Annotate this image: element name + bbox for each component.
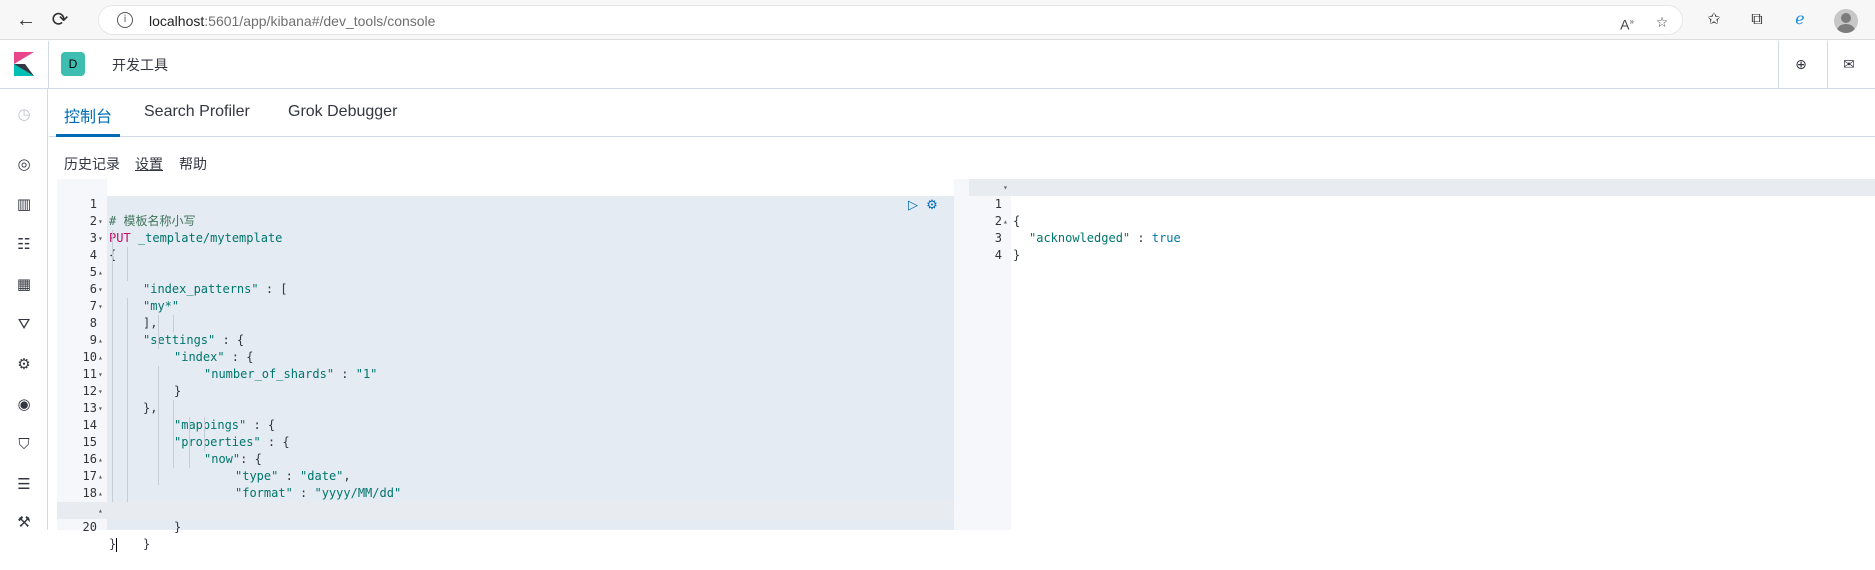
- code-line: 4 ▾ "index_patterns" : [: [57, 230, 954, 296]
- tab-grok-debugger[interactable]: Grok Debugger: [288, 103, 397, 121]
- code-line: 12 ▾ "mappings" : {: [57, 366, 954, 432]
- kibana-logo-icon[interactable]: [14, 52, 34, 76]
- recent-icon[interactable]: ◷: [14, 105, 34, 125]
- apm-icon[interactable]: ⛉: [14, 435, 34, 455]
- code-line: 17▴ }: [57, 451, 954, 517]
- header-divider: [1778, 41, 1779, 89]
- discover-icon[interactable]: ◎: [14, 155, 34, 175]
- code-line: 13 ▾ "properties" : {: [57, 383, 954, 449]
- mail-icon[interactable]: ✉: [1840, 55, 1858, 73]
- machine-learning-icon[interactable]: ⚙: [14, 355, 34, 375]
- settings-link[interactable]: 设置: [135, 154, 163, 174]
- code-line: 3▾ {: [89, 217, 116, 262]
- dev-tools-icon[interactable]: ⚒: [14, 513, 34, 533]
- wrench-icon[interactable]: ⚙: [924, 198, 940, 214]
- code-line: 8 ▾ "index" : {: [57, 298, 954, 364]
- active-tab-indicator: [56, 134, 120, 137]
- code-line: 6 ▴ ],: [57, 264, 954, 330]
- response-line: 3 ▴ }: [994, 217, 1021, 262]
- code-line: 9 "number_of_shards" : "1": [57, 315, 954, 381]
- help-link[interactable]: 帮助: [179, 154, 207, 174]
- response-line: 4: [994, 248, 1002, 262]
- profile-avatar[interactable]: [1834, 9, 1858, 33]
- code-line-active: 20 ▴ }: [57, 502, 954, 552]
- breadcrumb: 开发工具: [112, 57, 168, 73]
- code-line: 14 ▾ "now": {: [57, 400, 954, 466]
- header-divider: [48, 41, 49, 89]
- code-line: 18 ▴ }: [57, 468, 954, 534]
- infrastructure-icon[interactable]: ◉: [14, 395, 34, 415]
- read-aloud-icon[interactable]: A»: [1618, 13, 1636, 33]
- side-nav: ◷ ◎ ▥ ☷ ▦ ⛛ ⚙ ◉ ⛉ ☰ ⚒: [0, 89, 48, 533]
- play-icon[interactable]: ▷: [905, 198, 921, 214]
- code-line: 15 "type" : "date",: [57, 417, 954, 483]
- favorite-add-icon[interactable]: ☆: [1653, 13, 1671, 31]
- editor-resizer[interactable]: [954, 179, 969, 530]
- back-icon[interactable]: ←: [14, 8, 38, 32]
- code-line: 2 PUT _template/mytemplate: [89, 214, 283, 245]
- visualize-icon[interactable]: ▥: [14, 195, 34, 215]
- help-icon[interactable]: ⊕: [1792, 55, 1810, 73]
- refresh-icon[interactable]: ⟳: [48, 8, 72, 32]
- history-link[interactable]: 历史记录: [64, 154, 120, 174]
- url-path: :5601/app/kibana#/dev_tools/console: [204, 13, 436, 29]
- maps-icon[interactable]: ⛛: [14, 315, 34, 335]
- info-icon[interactable]: i: [117, 12, 133, 28]
- header-divider: [1827, 41, 1828, 89]
- url-text[interactable]: localhost:5601/app/kibana#/dev_tools/con…: [149, 13, 435, 29]
- tab-console[interactable]: 控制台: [64, 103, 112, 127]
- request-editor[interactable]: 1 # 模板名称小写 2 PUT _template/mytemplate 3 ▾…: [57, 179, 954, 552]
- edge-extension-icon[interactable]: ℯ: [1789, 9, 1811, 31]
- code-line: 5 "my*": [57, 247, 954, 313]
- code-line: 10 ▴ }: [57, 332, 954, 398]
- code-line: 16 "format" : "yyyy/MM/dd": [57, 434, 954, 500]
- collections-icon[interactable]: ⧉: [1746, 9, 1768, 31]
- url-host: localhost: [149, 13, 205, 29]
- uptime-icon[interactable]: ☰: [14, 475, 34, 495]
- favorites-icon[interactable]: ✩: [1703, 9, 1725, 31]
- tab-search-profiler[interactable]: Search Profiler: [144, 103, 250, 121]
- code-line: 11 ▴ },: [57, 349, 954, 415]
- dashboard-icon[interactable]: ☷: [14, 235, 34, 255]
- dev-tools-tabs: 控制台 Search Profiler Grok Debugger: [49, 89, 1875, 137]
- address-bar[interactable]: i localhost:5601/app/kibana#/dev_tools/c…: [98, 5, 1683, 35]
- code-line: 7 ▾ "settings" : {: [57, 281, 954, 347]
- text-cursor: [116, 537, 118, 552]
- code-line: 19▴ }: [57, 485, 954, 551]
- kibana-header: [0, 41, 1875, 89]
- response-line: 2 "acknowledged" : true: [994, 214, 1181, 245]
- space-avatar[interactable]: D: [61, 52, 85, 76]
- browser-toolbar: ← ⟳ i localhost:5601/app/kibana#/dev_too…: [0, 0, 1875, 40]
- response-editor[interactable]: 1 ▾ { 2 "acknowledged" : true 3 ▴ } 4: [969, 179, 1875, 530]
- response-line-active: 1 ▾ {: [969, 179, 1875, 228]
- code-line: 1 # 模板名称小写: [89, 197, 196, 228]
- canvas-icon[interactable]: ▦: [14, 275, 34, 295]
